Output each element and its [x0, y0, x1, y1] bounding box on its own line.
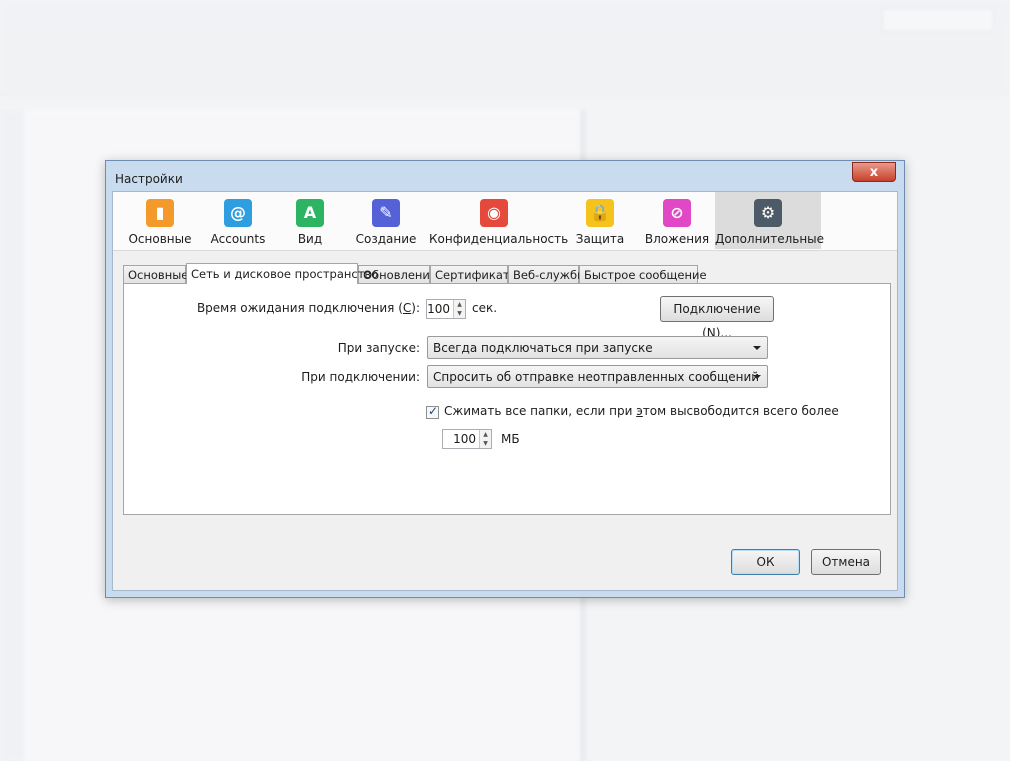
tab-general[interactable]: Основные: [123, 265, 188, 283]
connection-button[interactable]: Подключение (N)...: [660, 296, 774, 340]
startup-select-value: Всегда подключаться при запуске: [433, 341, 653, 355]
timeout-spinner[interactable]: 100 ▲ ▼: [426, 299, 466, 319]
pane-display[interactable]: A Вид: [279, 192, 341, 249]
pane-general[interactable]: ▮ Основные: [117, 192, 203, 249]
tab-instant-message[interactable]: Быстрое сообщение: [579, 265, 707, 283]
background-titlebar: [0, 0, 1010, 24]
privacy-mask-icon: ◉: [480, 199, 508, 227]
pencil-icon: ✎: [372, 199, 400, 227]
compact-size-unit: МБ: [501, 432, 520, 446]
startup-label: При запуске:: [337, 341, 420, 355]
pane-label: Защита: [575, 232, 625, 246]
compact-label: Сжимать все папки, если при этом высвобо…: [444, 404, 839, 418]
spinner-arrows[interactable]: ▲ ▼: [453, 300, 465, 318]
pane-label: Вложения: [644, 232, 710, 246]
dialog-client: ▮ Основные @ Accounts A Вид ✎ Создание ◉…: [112, 191, 898, 591]
pane-toolbar: ▮ Основные @ Accounts A Вид ✎ Создание ◉…: [113, 192, 897, 251]
on-connect-select-value: Спросить об отправке неотправленных сооб…: [433, 370, 760, 384]
close-button[interactable]: x: [852, 162, 896, 182]
timeout-label: Время ожидания подключения (С):: [196, 301, 420, 315]
pane-advanced[interactable]: ⚙ Дополнительные: [715, 192, 825, 249]
network-disk-panel: Время ожидания подключения (С): 100 ▲ ▼ с…: [123, 283, 891, 515]
background-toolbar: [0, 24, 1010, 95]
compact-size-value: 100: [453, 432, 476, 446]
gear-icon: ⚙: [754, 199, 782, 227]
pane-label: Дополнительные: [715, 232, 825, 246]
dialog-title: Настройки: [115, 172, 183, 186]
compact-size-spinner[interactable]: 100 ▲ ▼: [442, 429, 492, 449]
chevron-down-icon: [753, 375, 761, 379]
timeout-unit: сек.: [472, 301, 498, 315]
pane-label: Основные: [128, 232, 192, 246]
pane-label: Создание: [355, 232, 417, 246]
pane-security[interactable]: 🔒 Защита: [565, 192, 635, 249]
timeout-value: 100: [427, 302, 450, 316]
checkmark-icon: ✓: [428, 404, 439, 418]
compact-checkbox[interactable]: ✓: [426, 404, 439, 419]
tab-certificates[interactable]: Сертификаты: [430, 265, 519, 283]
background-folder-pane: [0, 110, 24, 761]
pane-attachments[interactable]: ⊘ Вложения: [639, 192, 715, 249]
ok-button[interactable]: ОК: [731, 549, 800, 575]
tab-web-services[interactable]: Веб-службы: [508, 265, 586, 283]
lock-icon: 🔒: [586, 199, 614, 227]
pane-label: Вид: [297, 232, 323, 246]
spinner-arrows[interactable]: ▲ ▼: [479, 430, 491, 448]
pane-accounts[interactable]: @ Accounts: [203, 192, 273, 249]
on-connect-label: При подключении:: [301, 370, 420, 384]
startup-select[interactable]: Всегда подключаться при запуске: [427, 336, 768, 359]
cancel-button[interactable]: Отмена: [811, 549, 881, 575]
at-icon: @: [224, 199, 252, 227]
pane-label: Accounts: [210, 232, 266, 246]
pane-label: Конфиденциальность: [429, 232, 569, 246]
tab-network-disk[interactable]: Сеть и дисковое пространство: [186, 263, 378, 284]
paperclip-icon: ⊘: [663, 199, 691, 227]
background-search-box: [882, 8, 994, 32]
pane-privacy[interactable]: ◉ Конфиденциальность: [429, 192, 569, 249]
font-a-icon: A: [296, 199, 324, 227]
pane-composition[interactable]: ✎ Создание: [351, 192, 421, 249]
settings-dialog: Настройки x ▮ Основные @ Accounts A Вид …: [105, 160, 905, 598]
phone-icon: ▮: [146, 199, 174, 227]
on-connect-select[interactable]: Спросить об отправке неотправленных сооб…: [427, 365, 768, 388]
chevron-down-icon: [753, 346, 761, 350]
